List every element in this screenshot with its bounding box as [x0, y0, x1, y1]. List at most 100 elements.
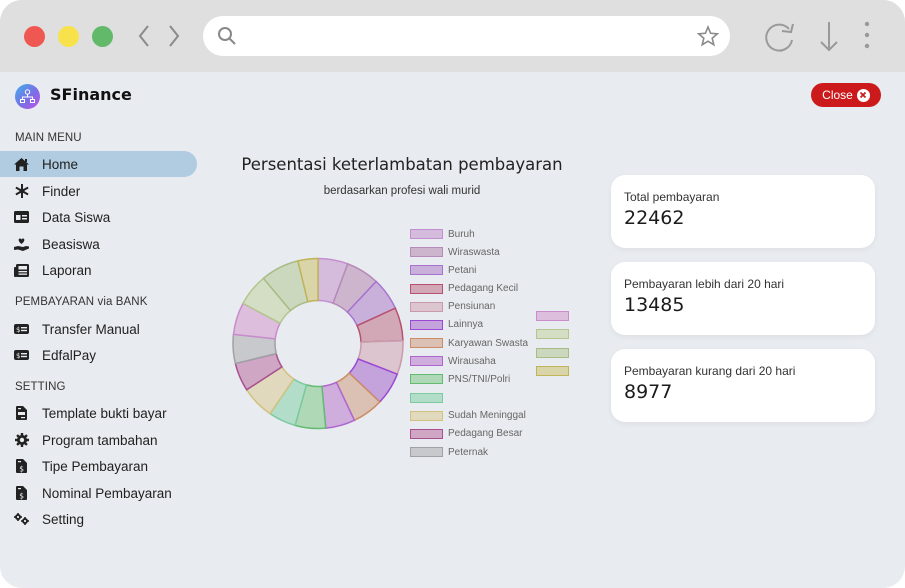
legend-item[interactable]: Karyawan Swasta [410, 336, 528, 350]
legend-swatch [536, 365, 569, 376]
legend-item[interactable]: PNS/TNI/Polri [410, 372, 510, 386]
legend-label: Karyawan Swasta [448, 337, 529, 349]
legend-swatch [410, 392, 443, 403]
legend-item[interactable]: Sudah Meninggal [410, 409, 526, 423]
sidebar-item-label: Program tambahan [42, 432, 158, 448]
sidebar-item-home[interactable]: Home [0, 151, 197, 177]
reload-icon[interactable] [762, 20, 798, 54]
legend-label: Pensiunan [448, 301, 496, 313]
stat-value: 8977 [624, 381, 673, 403]
sidebar-item-template-bukti-bayar[interactable]: Template bukti bayar [0, 400, 197, 426]
legend-swatch [410, 428, 443, 439]
legend-item[interactable] [410, 391, 443, 405]
browser-toolbar [0, 0, 905, 72]
legend-swatch [410, 247, 443, 258]
legend-item[interactable] [536, 346, 569, 360]
legend-item[interactable] [536, 364, 569, 378]
legend-label: Pedagang Besar [448, 428, 523, 440]
stat-label: Total pembayaran [624, 190, 720, 204]
legend-label: Wiraswasta [448, 246, 500, 258]
sidebar-item-beasiswa[interactable]: Beasiswa [0, 231, 197, 257]
cog-icon [14, 433, 29, 447]
sidebar-item-label: Tipe Pembayaran [42, 458, 149, 474]
legend-label: Lainnya [448, 319, 484, 331]
search-icon [218, 27, 236, 45]
legend-item[interactable] [536, 327, 569, 341]
legend-swatch [410, 338, 443, 349]
close-circle-icon [856, 88, 870, 102]
bookmark-star-icon[interactable] [697, 25, 719, 47]
legend-swatch [410, 447, 443, 458]
app-logo [15, 84, 40, 109]
sidebar-item-nominal-pembayaran[interactable]: $ Nominal Pembayaran [0, 480, 197, 506]
app-brand: SFinance [50, 85, 132, 104]
svg-text:$: $ [16, 352, 20, 360]
stat-card-over-20-days: Pembayaran lebih dari 20 hari 13485 [611, 262, 875, 335]
back-button[interactable] [135, 22, 155, 50]
legend-swatch [536, 347, 569, 358]
legend-item[interactable]: Peternak [410, 445, 488, 459]
sidebar-item-label: Nominal Pembayaran [42, 485, 172, 501]
sidebar-item-label: Home [42, 156, 79, 172]
download-icon[interactable] [818, 20, 840, 54]
legend-swatch [410, 301, 443, 312]
stat-card-total: Total pembayaran 22462 [611, 175, 875, 248]
legend-label: Peternak [448, 446, 489, 458]
forward-button[interactable] [165, 22, 185, 50]
money-bill-icon: $ [14, 348, 29, 362]
sidebar-item-program-tambahan[interactable]: Program tambahan [0, 427, 197, 453]
legend-item[interactable]: Lainnya [410, 318, 483, 332]
stat-value: 22462 [624, 207, 685, 229]
section-label-pembayaran-bank: PEMBAYARAN via BANK [15, 296, 148, 308]
sidebar-item-setting[interactable]: Setting [0, 506, 197, 532]
sidebar-item-label: Finder [42, 183, 81, 199]
stat-card-under-20-days: Pembayaran kurang dari 20 hari 8977 [611, 349, 875, 422]
legend-item[interactable]: Wirausaha [410, 354, 496, 368]
legend-item[interactable]: Petani [410, 263, 476, 277]
sidebar-item-laporan[interactable]: Laporan [0, 257, 197, 283]
window-maximize-button[interactable] [92, 26, 113, 47]
legend-swatch [410, 265, 443, 276]
legend-item[interactable]: Pensiunan [410, 300, 495, 314]
browser-window: SFinance Close MAIN MENU Home Finder Dat… [0, 0, 905, 588]
legend-label: Buruh [448, 228, 475, 240]
stat-value: 13485 [624, 294, 685, 316]
legend-item[interactable]: Buruh [410, 227, 475, 241]
legend-swatch [410, 319, 443, 330]
legend-item[interactable]: Pedagang Besar [410, 427, 523, 441]
section-label-setting: SETTING [15, 381, 66, 393]
sidebar-item-edfalpay[interactable]: $ EdfalPay [0, 342, 197, 368]
legend-swatch [410, 374, 443, 385]
window-minimize-button[interactable] [58, 26, 79, 47]
hand-holding-heart-icon [14, 237, 29, 251]
sidebar-item-transfer-manual[interactable]: $ Transfer Manual [0, 316, 197, 342]
sidebar-item-finder[interactable]: Finder [0, 178, 197, 204]
legend-label: Pedagang Kecil [448, 283, 519, 294]
sidebar-item-tipe-pembayaran[interactable]: $ Tipe Pembayaran [0, 453, 197, 479]
svg-text:$: $ [16, 326, 20, 334]
sidebar-item-label: Template bukti bayar [42, 405, 167, 421]
legend-item[interactable]: Wiraswasta [410, 245, 500, 259]
file-invoice-icon [14, 406, 29, 420]
legend-item[interactable]: Pedagang Kecil [410, 282, 518, 296]
legend-swatch [410, 283, 443, 294]
sidebar-item-label: Laporan [42, 262, 92, 278]
file-invoice-dollar-icon: $ [14, 486, 29, 500]
legend-item[interactable] [536, 309, 569, 323]
newspaper-icon [14, 263, 29, 277]
close-button[interactable]: Close [811, 83, 881, 107]
address-bar[interactable] [203, 16, 730, 56]
chart-subtitle: berdasarkan profesi wali murid [323, 185, 481, 197]
url-input[interactable] [247, 24, 687, 48]
legend-swatch [410, 356, 443, 367]
legend-label: PNS/TNI/Polri [448, 373, 511, 385]
more-menu-icon[interactable] [860, 20, 874, 52]
legend-swatch [410, 229, 443, 239]
sidebar-item-label: Transfer Manual [42, 321, 140, 337]
legend-swatch [536, 329, 569, 340]
sidebar-item-label: Setting [42, 511, 85, 527]
file-invoice-dollar-icon: $ [14, 459, 29, 473]
window-close-button[interactable] [24, 26, 45, 47]
section-label-main-menu: MAIN MENU [15, 132, 82, 144]
sidebar-item-data-siswa[interactable]: Data Siswa [0, 204, 197, 230]
